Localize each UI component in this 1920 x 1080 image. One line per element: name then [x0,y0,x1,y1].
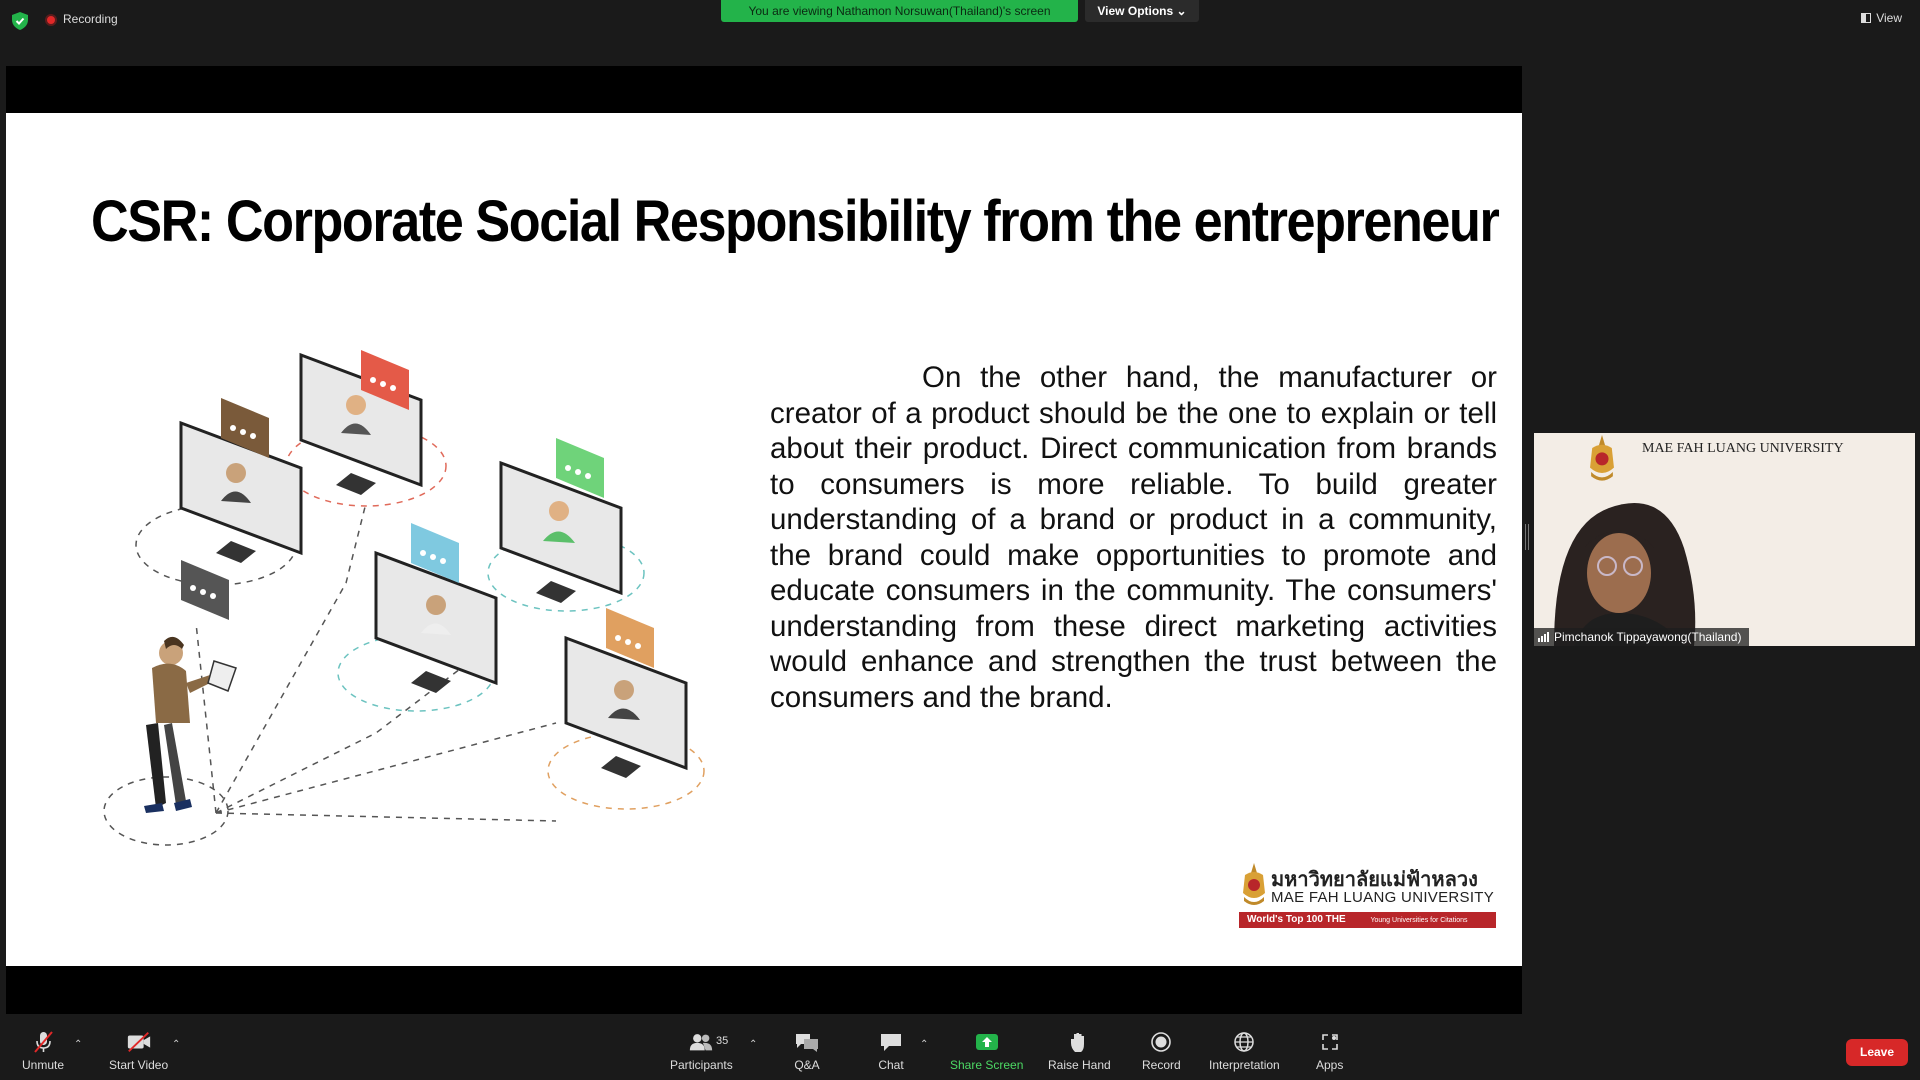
record-icon [1148,1030,1174,1054]
view-options-button[interactable]: View Options ⌄ [1085,0,1199,22]
viewing-banner: You are viewing Nathamon Norsuwan(Thaila… [721,0,1078,22]
view-options-label: View Options [1097,4,1174,18]
participants-icon [688,1030,714,1054]
signal-bars-icon [1538,632,1549,642]
apps-button[interactable]: Apps [1316,1030,1343,1072]
top-bar: Recording You are viewing Nathamon Norsu… [0,0,1920,40]
video-university-name: MAE FAH LUANG UNIVERSITY [1642,441,1844,456]
participant-video-tile[interactable]: MAE FAH LUANG UNIVERSITY Pimchanok Tippa… [1534,433,1915,646]
participant-video-feed [1554,503,1696,646]
logo-ranking-bar: World's Top 100 THE Young Universities f… [1239,912,1496,928]
participants-count: 35 [716,1035,729,1047]
recording-icon[interactable] [45,14,57,26]
shield-icon[interactable] [12,12,28,30]
start-video-label: Start Video [109,1058,169,1072]
start-video-button[interactable]: Start Video [109,1030,168,1072]
participant-name: Pimchanok Tippayawong(Thailand) [1554,630,1742,644]
logo-ranking: World's Top 100 THE [1247,914,1346,925]
interpretation-button[interactable]: Interpretation [1209,1030,1280,1072]
qa-label: Q&A [794,1058,820,1072]
presentation-slide: CSR: Corporate Social Responsibility fro… [6,113,1522,966]
raise-hand-icon [1066,1030,1092,1054]
university-logo: มหาวิทยาลัยแม่ฟ้าหลวง MAE FAH LUANG UNIV… [1231,863,1496,933]
microphone-muted-icon [30,1030,56,1054]
communication-illustration [103,350,705,846]
university-crest-icon [1243,863,1265,905]
video-off-icon [126,1030,152,1054]
unmute-button[interactable]: Unmute [22,1030,64,1072]
qa-icon [794,1030,820,1054]
raise-hand-button[interactable]: Raise Hand [1048,1030,1111,1072]
panel-splitter-handle[interactable] [1525,524,1529,550]
standing-person [144,560,237,813]
monitor-group [179,350,688,778]
chat-button[interactable]: Chat [878,1030,904,1072]
globe-icon [1231,1030,1257,1054]
qa-button[interactable]: Q&A [794,1030,820,1072]
participant-name-tag: Pimchanok Tippayawong(Thailand) [1534,628,1750,646]
participants-options-caret[interactable]: ⌃ [749,1039,757,1050]
slide-title: CSR: Corporate Social Responsibility fro… [91,189,1500,254]
unmute-label: Unmute [22,1058,65,1072]
recording-label[interactable]: Recording [63,12,118,26]
chat-icon [878,1030,904,1054]
record-label: Record [1142,1058,1181,1072]
video-options-caret[interactable]: ⌃ [172,1039,180,1050]
share-screen-button[interactable]: Share Screen [950,1030,1023,1072]
interpretation-label: Interpretation [1209,1058,1280,1072]
meeting-toolbar: Unmute ⌃ Start Video ⌃ Participants 35 ⌃… [0,1024,1920,1080]
chevron-down-icon: ⌄ [1176,4,1187,18]
apps-label: Apps [1316,1058,1344,1072]
chat-label: Chat [878,1058,904,1072]
leave-button[interactable]: Leave [1846,1039,1908,1066]
logo-english-name: MAE FAH LUANG UNIVERSITY [1271,889,1495,906]
chat-options-caret[interactable]: ⌃ [920,1039,928,1050]
view-label: View [1876,11,1902,25]
share-screen-label: Share Screen [950,1058,1024,1072]
audio-options-caret[interactable]: ⌃ [74,1039,82,1050]
view-button[interactable]: View [1861,11,1902,25]
view-layout-icon [1861,13,1872,23]
apps-icon [1317,1030,1343,1054]
slide-body-text: On the other hand, the manufacturer or c… [770,361,1497,714]
raise-hand-label: Raise Hand [1048,1058,1111,1072]
logo-ranking-sub: Young Universities for Citations [1370,917,1468,924]
participants-label: Participants [670,1058,733,1072]
university-crest-icon [1590,435,1614,481]
share-screen-icon [974,1030,1000,1054]
record-button[interactable]: Record [1142,1030,1181,1072]
